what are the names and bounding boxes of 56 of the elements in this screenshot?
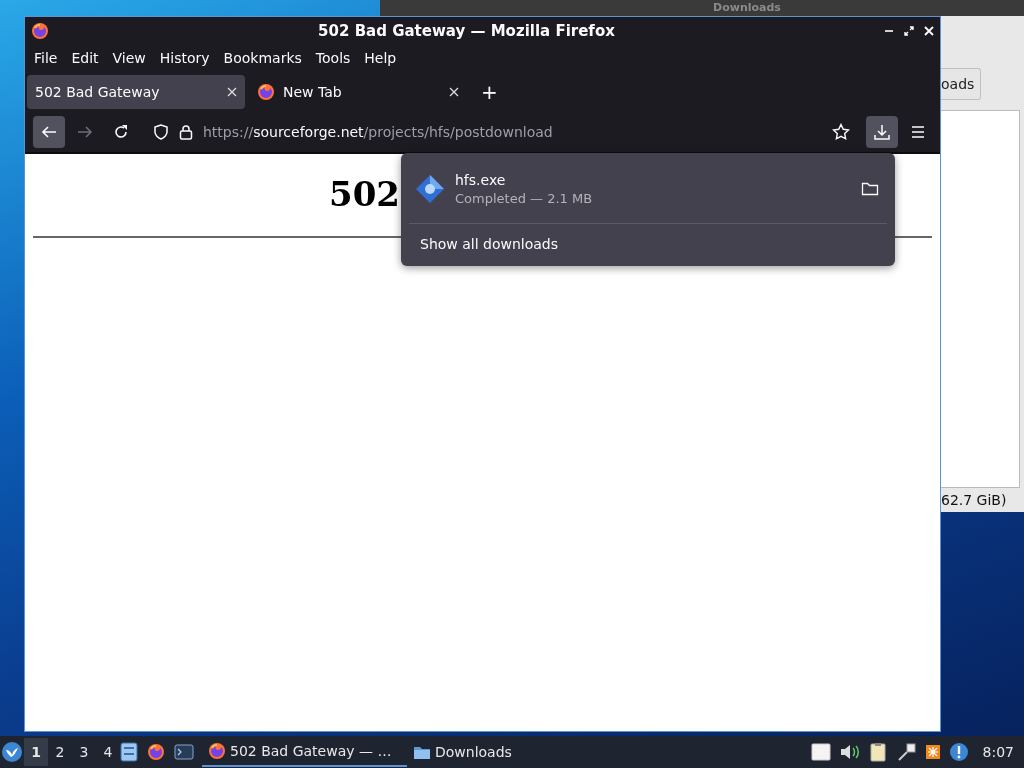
menu-item[interactable]: Help [357, 50, 404, 66]
file-cabinet-icon[interactable] [120, 742, 138, 762]
maximize-icon[interactable] [904, 25, 914, 36]
workspace-button[interactable]: 4 [96, 738, 120, 766]
workspace-button[interactable]: 3 [72, 738, 96, 766]
new-tab-button[interactable]: + [471, 80, 508, 104]
menu-item[interactable]: Bookmarks [216, 50, 309, 66]
folder-icon[interactable] [861, 181, 879, 197]
firefox-icon[interactable] [146, 742, 166, 762]
workspace-button[interactable]: 1 [24, 738, 48, 766]
download-status: Completed — 2.1 MB [455, 191, 594, 206]
menu-item[interactable]: History [152, 50, 217, 66]
back-button[interactable] [33, 116, 65, 148]
file-name: hfs.exe [455, 172, 507, 188]
status-text: 62.7 GiB) [941, 491, 1008, 510]
clock[interactable]: 8:07 [982, 744, 1014, 760]
start-menu-icon[interactable] [1, 741, 23, 763]
browser-tab[interactable]: New Tab [249, 75, 467, 109]
menu-item[interactable]: View [105, 50, 153, 66]
taskbar-task[interactable]: 502 Bad Gateway — … [202, 737, 407, 767]
page-heading: 502 [329, 174, 400, 214]
shield-icon [153, 124, 169, 140]
menu-item[interactable]: Edit [64, 50, 106, 66]
notification-icon[interactable] [948, 742, 969, 762]
firefox-icon [257, 83, 275, 101]
tab-button[interactable]: oads [941, 68, 981, 100]
lock-icon [179, 124, 193, 140]
removable-drive-icon[interactable] [810, 743, 831, 761]
firefox-icon [208, 742, 226, 760]
downloads-button[interactable] [866, 116, 898, 148]
workspace-button[interactable]: 2 [48, 738, 72, 766]
clipboard-icon[interactable] [868, 742, 889, 762]
download-icon [874, 124, 890, 140]
menu-icon [910, 124, 926, 140]
browser-tab[interactable]: 502 Bad Gateway [27, 75, 245, 109]
taskbar-task[interactable]: Downloads [407, 737, 612, 767]
firefox-icon [31, 21, 49, 40]
folder-icon [413, 744, 431, 760]
close-icon[interactable] [227, 87, 237, 97]
show-all-downloads-link[interactable]: Show all downloads [409, 224, 887, 256]
back-arrow-icon [41, 124, 57, 140]
download-item[interactable]: hfs.exe Completed — 2.1 MB [409, 161, 887, 217]
reload-icon [113, 124, 129, 140]
forward-arrow-icon [77, 124, 93, 140]
menu-item[interactable]: File [27, 50, 65, 66]
menu-item[interactable]: Tools [308, 50, 358, 66]
close-icon[interactable] [449, 87, 459, 97]
terminal-icon[interactable] [174, 743, 194, 761]
diamond-icon [415, 174, 445, 204]
network-icon[interactable] [896, 742, 917, 762]
star-icon[interactable] [832, 123, 850, 141]
window-title: 502 Bad Gateway — Mozilla Firefox [317, 21, 616, 40]
volume-icon[interactable] [838, 743, 861, 761]
window-title: Downloads [713, 0, 781, 16]
update-icon[interactable] [924, 744, 941, 760]
url-text: https://sourceforge.net/projects/hfs/postdownload [203, 124, 554, 140]
